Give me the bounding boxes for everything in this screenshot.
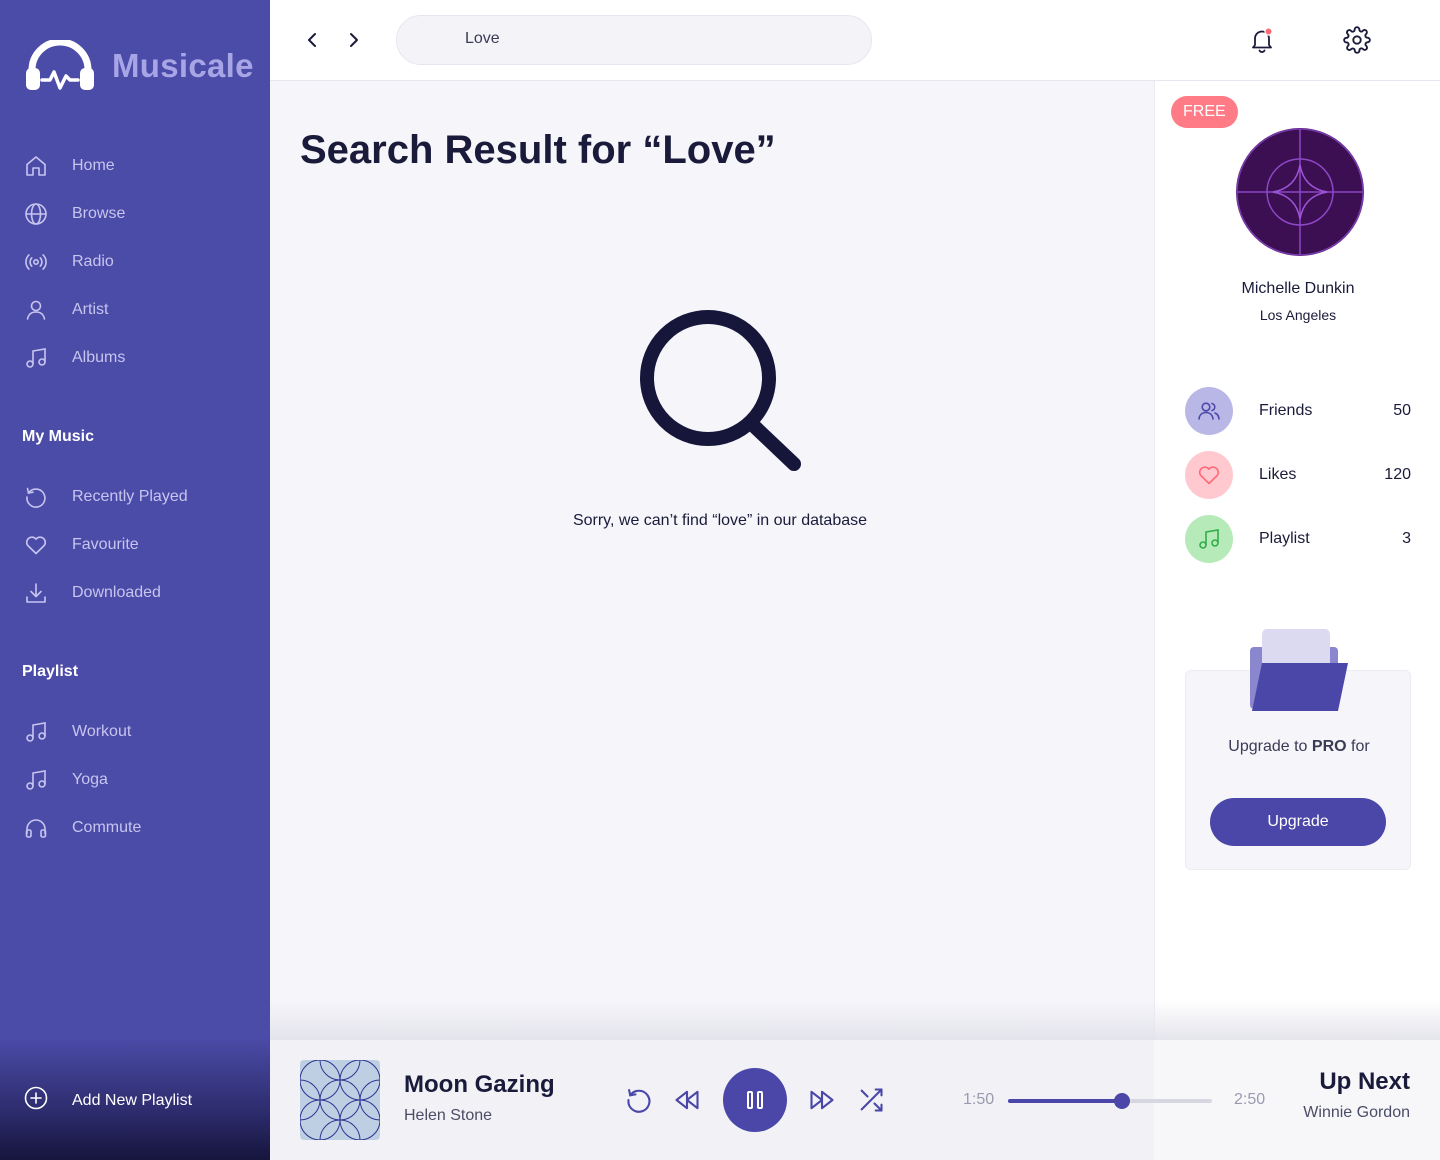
nav-item-albums[interactable]: Albums [24,343,125,373]
music-note-icon [24,720,48,744]
stat-value: 50 [1393,402,1411,419]
progress-fill [1008,1099,1123,1103]
stat-likes[interactable]: Likes 120 [1185,451,1411,499]
nav-item-label: Radio [72,253,114,270]
pause-icon [747,1091,763,1109]
plan-badge: FREE [1171,96,1238,128]
pause-button[interactable] [723,1068,787,1132]
upgrade-text: Upgrade to PRO for [1228,738,1370,755]
up-next-artist[interactable]: Winnie Gordon [1303,1104,1410,1122]
nav-item-recently-played[interactable]: Recently Played [24,482,188,512]
radio-icon [24,250,48,274]
chevron-right-icon [350,33,358,47]
heart-icon [24,533,48,557]
progress-slider[interactable] [1008,1093,1212,1109]
fast-forward-icon [810,1090,834,1110]
search-bar [396,15,872,65]
logo[interactable]: Musicale [26,40,254,92]
progress-handle[interactable] [1114,1093,1131,1109]
profile-name: Michelle Dunkin [1241,280,1355,297]
repeat-button[interactable] [624,1085,654,1115]
avatar[interactable] [1235,127,1365,257]
total-time: 2:50 [1234,1091,1266,1108]
globe-icon [24,202,48,226]
stat-label: Friends [1259,402,1313,419]
chevron-left-icon [308,33,316,47]
profile-location: Los Angeles [1259,307,1337,323]
nav-item-artist[interactable]: Artist [24,295,108,325]
search-icon [640,310,801,471]
playlist-item-workout[interactable]: Workout [24,717,131,747]
player-bar: Moon Gazing Helen Stone 1:50 2:50 Up Nex… [270,1040,1440,1160]
track-title: Moon Gazing [404,1071,555,1098]
stat-value: 120 [1384,466,1411,483]
nav-item-label: Recently Played [72,488,188,505]
home-icon [24,154,48,178]
nav-item-radio[interactable]: Radio [24,247,114,277]
download-icon [24,581,48,605]
add-new-playlist-button[interactable]: Add New Playlist [24,1086,192,1115]
stat-label: Playlist [1259,530,1310,547]
album-cover[interactable] [300,1060,380,1140]
playlist-item-label: Workout [72,723,132,740]
folder-icon [1250,629,1348,711]
rewind-button[interactable] [672,1085,702,1115]
friends-icon [1185,387,1233,435]
repeat-icon [627,1089,651,1113]
forward-button[interactable] [342,28,366,52]
my-music-heading: My Music [22,428,95,445]
playlist-item-label: Commute [72,819,142,836]
shuffle-icon [860,1088,883,1112]
music-note-icon [1185,515,1233,563]
playlist-item-yoga[interactable]: Yoga [24,765,108,795]
player-shadow [270,1000,1440,1040]
stat-label: Likes [1259,466,1297,483]
gear-icon [1343,26,1371,54]
headphones-logo-icon [26,40,94,90]
bell-icon [1252,27,1273,53]
music-note-icon [24,768,48,792]
empty-state-message: Sorry, we can’t find “love” in our datab… [572,512,868,529]
nav-item-label: Favourite [72,536,139,553]
playlist-heading: Playlist [22,663,79,680]
nav-item-label: Artist [72,301,109,318]
stat-playlist[interactable]: Playlist 3 [1185,515,1411,563]
upgrade-button[interactable]: Upgrade [1210,798,1386,846]
stat-value: 3 [1402,530,1411,547]
page-title: Search Result for “Love” [300,128,776,172]
notifications-button[interactable] [1248,26,1276,54]
heart-icon [1185,451,1233,499]
history-icon [24,485,48,509]
nav-item-favourite[interactable]: Favourite [24,530,139,560]
nav-item-browse[interactable]: Browse [24,199,125,229]
profile-panel: FREE Michelle Dunkin Los Angeles Friends… [1154,81,1440,1041]
nav-item-downloaded[interactable]: Downloaded [24,578,161,608]
nav-item-label: Albums [72,349,126,366]
track-artist: Helen Stone [404,1107,493,1124]
up-next-heading: Up Next [1319,1068,1410,1095]
nav-item-label: Downloaded [72,584,161,601]
settings-button[interactable] [1343,26,1371,54]
plus-circle-icon [24,1086,48,1115]
sidebar: Musicale Home Browse Radio Artist Albums… [0,0,270,1160]
top-bar [270,0,1440,81]
playlist-item-label: Yoga [72,771,108,788]
nav-item-label: Home [72,157,115,174]
add-new-playlist-label: Add New Playlist [72,1091,193,1109]
headphones-icon [24,816,48,840]
back-button[interactable] [300,28,324,52]
music-note-icon [24,346,48,370]
search-input[interactable] [465,30,845,48]
nav-item-label: Browse [72,205,126,222]
upgrade-card: Upgrade to PRO for Upgrade [1185,629,1411,870]
shuffle-button[interactable] [856,1085,886,1115]
app-name: Musicale [112,47,254,84]
user-icon [24,298,48,322]
stat-friends[interactable]: Friends 50 [1185,387,1411,435]
fast-forward-button[interactable] [807,1085,837,1115]
current-time: 1:50 [963,1091,995,1108]
nav-item-home[interactable]: Home [24,151,115,181]
playlist-item-commute[interactable]: Commute [24,813,141,843]
rewind-icon [675,1090,699,1110]
